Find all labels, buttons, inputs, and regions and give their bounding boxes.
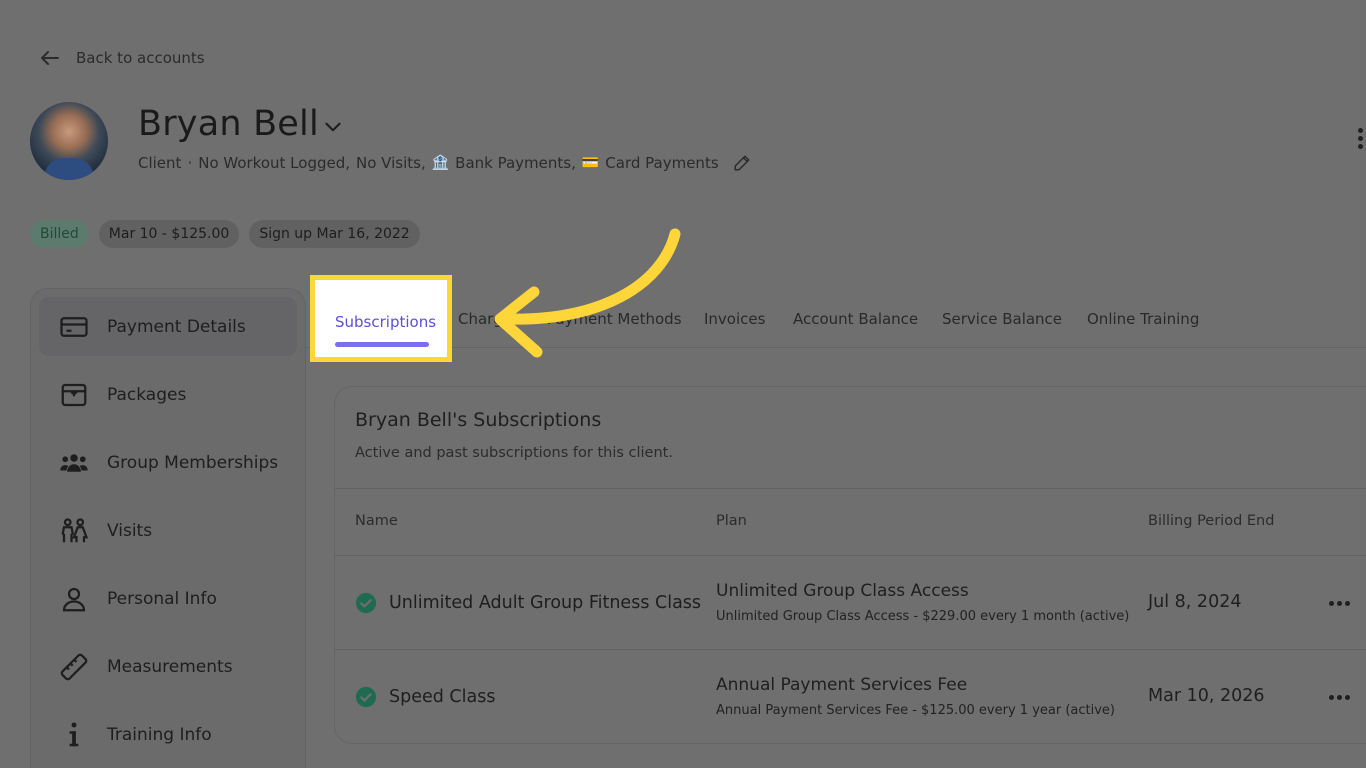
sidebar-item-packages[interactable]: Packages	[39, 365, 297, 424]
sidebar-item-label: Payment Details	[107, 316, 246, 337]
subscriptions-card: Bryan Bell's Subscriptions Active and pa…	[334, 386, 1366, 744]
plan-name: Unlimited Group Class Access	[716, 581, 969, 601]
plan-detail: Unlimited Group Class Access - $229.00 e…	[716, 609, 1130, 624]
tab-online-training[interactable]: Online Training	[1087, 310, 1199, 328]
card-payments: Card Payments	[605, 154, 719, 172]
back-to-accounts-link[interactable]: Back to accounts	[38, 46, 205, 70]
plan-detail: Annual Payment Services Fee - $125.00 ev…	[716, 703, 1115, 718]
subscription-name-cell: Unlimited Adult Group Fitness Class	[355, 592, 701, 614]
signup-badge: Sign up Mar 16, 2022	[249, 220, 420, 248]
check-circle-icon	[355, 592, 377, 614]
sidebar-item-payment-details[interactable]: Payment Details	[39, 297, 297, 356]
sidebar: Payment Details Packages Group Membershi…	[30, 288, 306, 768]
meta-separator: ·	[187, 154, 193, 172]
column-header-name: Name	[355, 513, 398, 529]
plan-name: Annual Payment Services Fee	[716, 675, 968, 695]
column-header-billing-period-end: Billing Period End	[1148, 513, 1275, 529]
last-payment-badge: Mar 10 - $125.00	[98, 220, 240, 248]
sidebar-item-personal-info[interactable]: Personal Info	[39, 569, 297, 628]
sidebar-item-label: Packages	[107, 384, 187, 405]
subscription-name: Speed Class	[389, 687, 496, 707]
people-icon	[61, 517, 89, 542]
card-subtitle: Active and past subscriptions for this c…	[355, 445, 673, 461]
card-icon: 💳	[581, 155, 600, 171]
tab-account-balance[interactable]: Account Balance	[793, 310, 918, 328]
table-row[interactable]: Unlimited Adult Group Fitness Class Unli…	[335, 555, 1366, 649]
sidebar-item-label: Training Info	[107, 724, 212, 745]
tab-subscriptions[interactable]: Subscriptions	[310, 275, 452, 362]
status-chips: Billed Mar 10 - $125.00 Sign up Mar 16, …	[30, 220, 420, 248]
package-icon	[61, 383, 87, 406]
active-tab-indicator	[335, 342, 429, 347]
billing-period-end: Jul 8, 2024	[1148, 592, 1242, 612]
row-more-icon[interactable]	[1329, 695, 1350, 700]
credit-card-icon	[60, 316, 88, 337]
subscription-name: Unlimited Adult Group Fitness Class	[389, 593, 702, 613]
row-more-icon[interactable]	[1329, 601, 1350, 606]
visits-status: No Visits,	[356, 154, 426, 172]
sidebar-item-label: Visits	[107, 520, 153, 541]
tab-service-balance[interactable]: Service Balance	[942, 310, 1062, 328]
group-icon	[60, 453, 88, 472]
callout-arrow-icon	[494, 228, 681, 358]
sidebar-item-training-info[interactable]: Training Info	[39, 705, 297, 764]
chevron-down-icon[interactable]	[320, 114, 346, 140]
sidebar-item-visits[interactable]: Visits	[39, 501, 297, 560]
pencil-icon[interactable]	[733, 154, 751, 172]
tab-invoices[interactable]: Invoices	[704, 310, 765, 328]
billed-badge: Billed	[30, 220, 89, 248]
person-icon	[62, 587, 86, 611]
arrow-left-icon	[41, 51, 59, 65]
bank-payments: Bank Payments,	[455, 154, 576, 172]
sidebar-item-measurements[interactable]: Measurements	[39, 637, 297, 696]
more-options-icon[interactable]	[1356, 128, 1366, 156]
column-header-plan: Plan	[716, 513, 747, 529]
table-row[interactable]: Speed Class Annual Payment Services Fee …	[335, 649, 1366, 743]
billing-period-end: Mar 10, 2026	[1148, 686, 1265, 706]
divider	[335, 488, 1366, 489]
check-circle-icon	[355, 686, 377, 708]
client-meta: Client · No Workout Logged, No Visits, 🏦…	[138, 154, 751, 172]
client-role: Client	[138, 154, 182, 172]
subscription-name-cell: Speed Class	[355, 686, 495, 708]
info-icon	[69, 722, 79, 746]
sidebar-item-label: Personal Info	[107, 588, 217, 609]
tab-subscriptions-label: Subscriptions	[335, 313, 437, 331]
card-title: Bryan Bell's Subscriptions	[355, 409, 602, 431]
sidebar-item-group-memberships[interactable]: Group Memberships	[39, 433, 297, 492]
back-link-label: Back to accounts	[76, 49, 205, 67]
sidebar-item-label: Group Memberships	[107, 452, 279, 473]
tab-bar: Charges Payment Methods Invoices Account…	[306, 296, 1366, 348]
sidebar-item-label: Measurements	[107, 656, 233, 677]
ruler-icon	[60, 653, 88, 680]
avatar	[30, 102, 108, 180]
workout-status: No Workout Logged,	[198, 154, 350, 172]
bank-icon: 🏦	[431, 155, 450, 171]
client-name: Bryan Bell	[138, 104, 319, 144]
